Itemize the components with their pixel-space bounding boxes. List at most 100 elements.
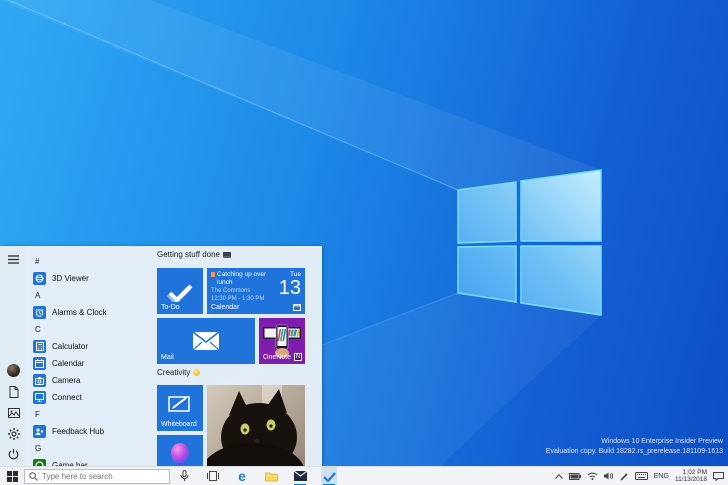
app-label: Alarms & Clock (52, 308, 107, 317)
app-item-calculator[interactable]: Calculator (33, 338, 152, 355)
search-input[interactable] (42, 471, 152, 481)
power-button[interactable] (6, 448, 21, 461)
speaker-icon (603, 472, 613, 480)
app-label: 3D Viewer (52, 274, 89, 283)
camera-icon (33, 374, 46, 387)
power-icon (8, 449, 19, 460)
folder-icon (264, 471, 278, 482)
documents-button[interactable] (6, 385, 21, 398)
wifi-icon (587, 472, 598, 480)
group-title: Creativity (157, 368, 191, 377)
language-indicator[interactable]: ENG (654, 473, 669, 480)
3d-viewer-icon (33, 272, 46, 285)
rail-bottom-group (6, 364, 21, 461)
task-view-icon (207, 471, 219, 481)
calendar-glyph-icon (293, 303, 301, 311)
group-title: Getting stuff done (157, 250, 221, 259)
action-center-icon (713, 472, 724, 481)
section-letter[interactable]: F (35, 410, 152, 422)
touch-keyboard-button[interactable] (634, 472, 648, 480)
cortana-mic-button[interactable] (176, 467, 192, 485)
connect-icon (33, 391, 46, 404)
battery-icon (568, 472, 581, 480)
section-letter[interactable]: C (35, 325, 152, 337)
windows-logo-icon (6, 470, 18, 482)
clock[interactable]: 1:02 PM 11/13/2018 (675, 469, 707, 484)
user-account-button[interactable] (6, 364, 21, 377)
tile-whiteboard[interactable]: Whiteboard (157, 385, 203, 431)
tile-label: Whiteboard (161, 421, 197, 428)
taskbar-search[interactable] (24, 468, 170, 484)
feedback-icon (33, 425, 46, 438)
tile-todo[interactable]: To-Do (157, 268, 203, 314)
tile-label: Mail (161, 354, 174, 361)
todo-check-icon (322, 471, 336, 482)
calendar-day-number: 13 (278, 277, 301, 299)
hamburger-icon (8, 255, 19, 264)
app-item-game-bar[interactable]: Game bar (33, 457, 152, 466)
calculator-icon (33, 340, 46, 353)
pen-button[interactable] (620, 472, 629, 481)
paint3d-balloon-icon (157, 435, 203, 466)
app-item-connect[interactable]: Connect (33, 389, 152, 406)
volume-button[interactable] (603, 472, 614, 480)
pictures-icon (7, 407, 20, 418)
start-button[interactable] (0, 467, 24, 485)
app-item-alarms-clock[interactable]: Alarms & Clock (33, 304, 152, 321)
document-icon (9, 385, 19, 398)
app-label: Connect (52, 393, 82, 402)
system-tray: ENG 1:02 PM 11/13/2018 (554, 469, 728, 484)
pen-icon (620, 472, 628, 480)
start-app-list: # 3D Viewer A Alarms & Clock C Calculato (27, 246, 152, 466)
app-item-feedback-hub[interactable]: Feedback Hub (33, 423, 152, 440)
expand-menu-button[interactable] (6, 253, 21, 266)
tile-group-header-getting-stuff-done[interactable]: Getting stuff done (157, 250, 232, 259)
section-letter[interactable]: # (35, 257, 152, 269)
tile-paint-3d[interactable] (157, 435, 203, 466)
todo-button[interactable] (321, 466, 337, 485)
watermark-line2: Evaluation copy. Build 18282.rs_prerelea… (545, 448, 723, 455)
tile-mail[interactable]: Mail (157, 318, 255, 364)
edge-button[interactable]: e (234, 467, 250, 485)
app-label: Camera (52, 376, 81, 385)
tile-calendar[interactable]: Catching up over lunch The Commons 12:30… (207, 268, 305, 314)
battery-button[interactable] (568, 472, 581, 480)
tile-onenote[interactable]: OneNote N (259, 318, 305, 364)
keyboard-icon (634, 472, 648, 480)
calendar-date-block: Tue 13 (279, 271, 301, 298)
pictures-button[interactable] (6, 406, 21, 419)
app-item-camera[interactable]: Camera (33, 372, 152, 389)
tile-photos-cat[interactable] (207, 385, 305, 466)
file-explorer-button[interactable] (263, 467, 279, 485)
start-menu-rail (0, 246, 27, 466)
app-label: Calendar (52, 359, 85, 368)
tray-chevron-button[interactable] (554, 473, 563, 479)
alarm-clock-icon (33, 306, 46, 319)
desktop: Windows 10 Enterprise Insider Preview Ev… (0, 0, 728, 485)
game-bar-icon (33, 459, 46, 466)
start-tiles-panel: Getting stuff done To-Do Catching up ove… (152, 246, 322, 466)
calendar-event-title: Catching up over lunch (217, 271, 267, 286)
app-item-3d-viewer[interactable]: 3D Viewer (33, 270, 152, 287)
calendar-event-location: The Commons (211, 288, 251, 294)
taskbar: e (0, 466, 728, 485)
tile-label: Calendar (211, 304, 240, 311)
thinking-face-emoji (193, 369, 201, 376)
mail-button[interactable] (292, 467, 308, 485)
network-button[interactable] (587, 472, 598, 480)
app-label: Feedback Hub (52, 427, 105, 436)
app-item-calendar[interactable]: Calendar (33, 355, 152, 372)
laptop-emoji (223, 251, 232, 258)
settings-button[interactable] (6, 427, 21, 440)
section-letter[interactable]: A (35, 291, 152, 303)
watermark-line1: Windows 10 Enterprise Insider Preview (601, 438, 723, 445)
gear-icon (7, 427, 20, 440)
tray-date: 11/13/2018 (674, 476, 707, 483)
action-center-button[interactable] (713, 471, 724, 481)
tile-group-header-creativity[interactable]: Creativity (157, 368, 201, 377)
calendar-event-title-row: Catching up over lunch (211, 271, 275, 287)
task-view-button[interactable] (205, 467, 221, 485)
tile-label: To-Do (161, 304, 180, 311)
section-letter[interactable]: G (35, 444, 152, 456)
cat-photo (207, 385, 305, 466)
